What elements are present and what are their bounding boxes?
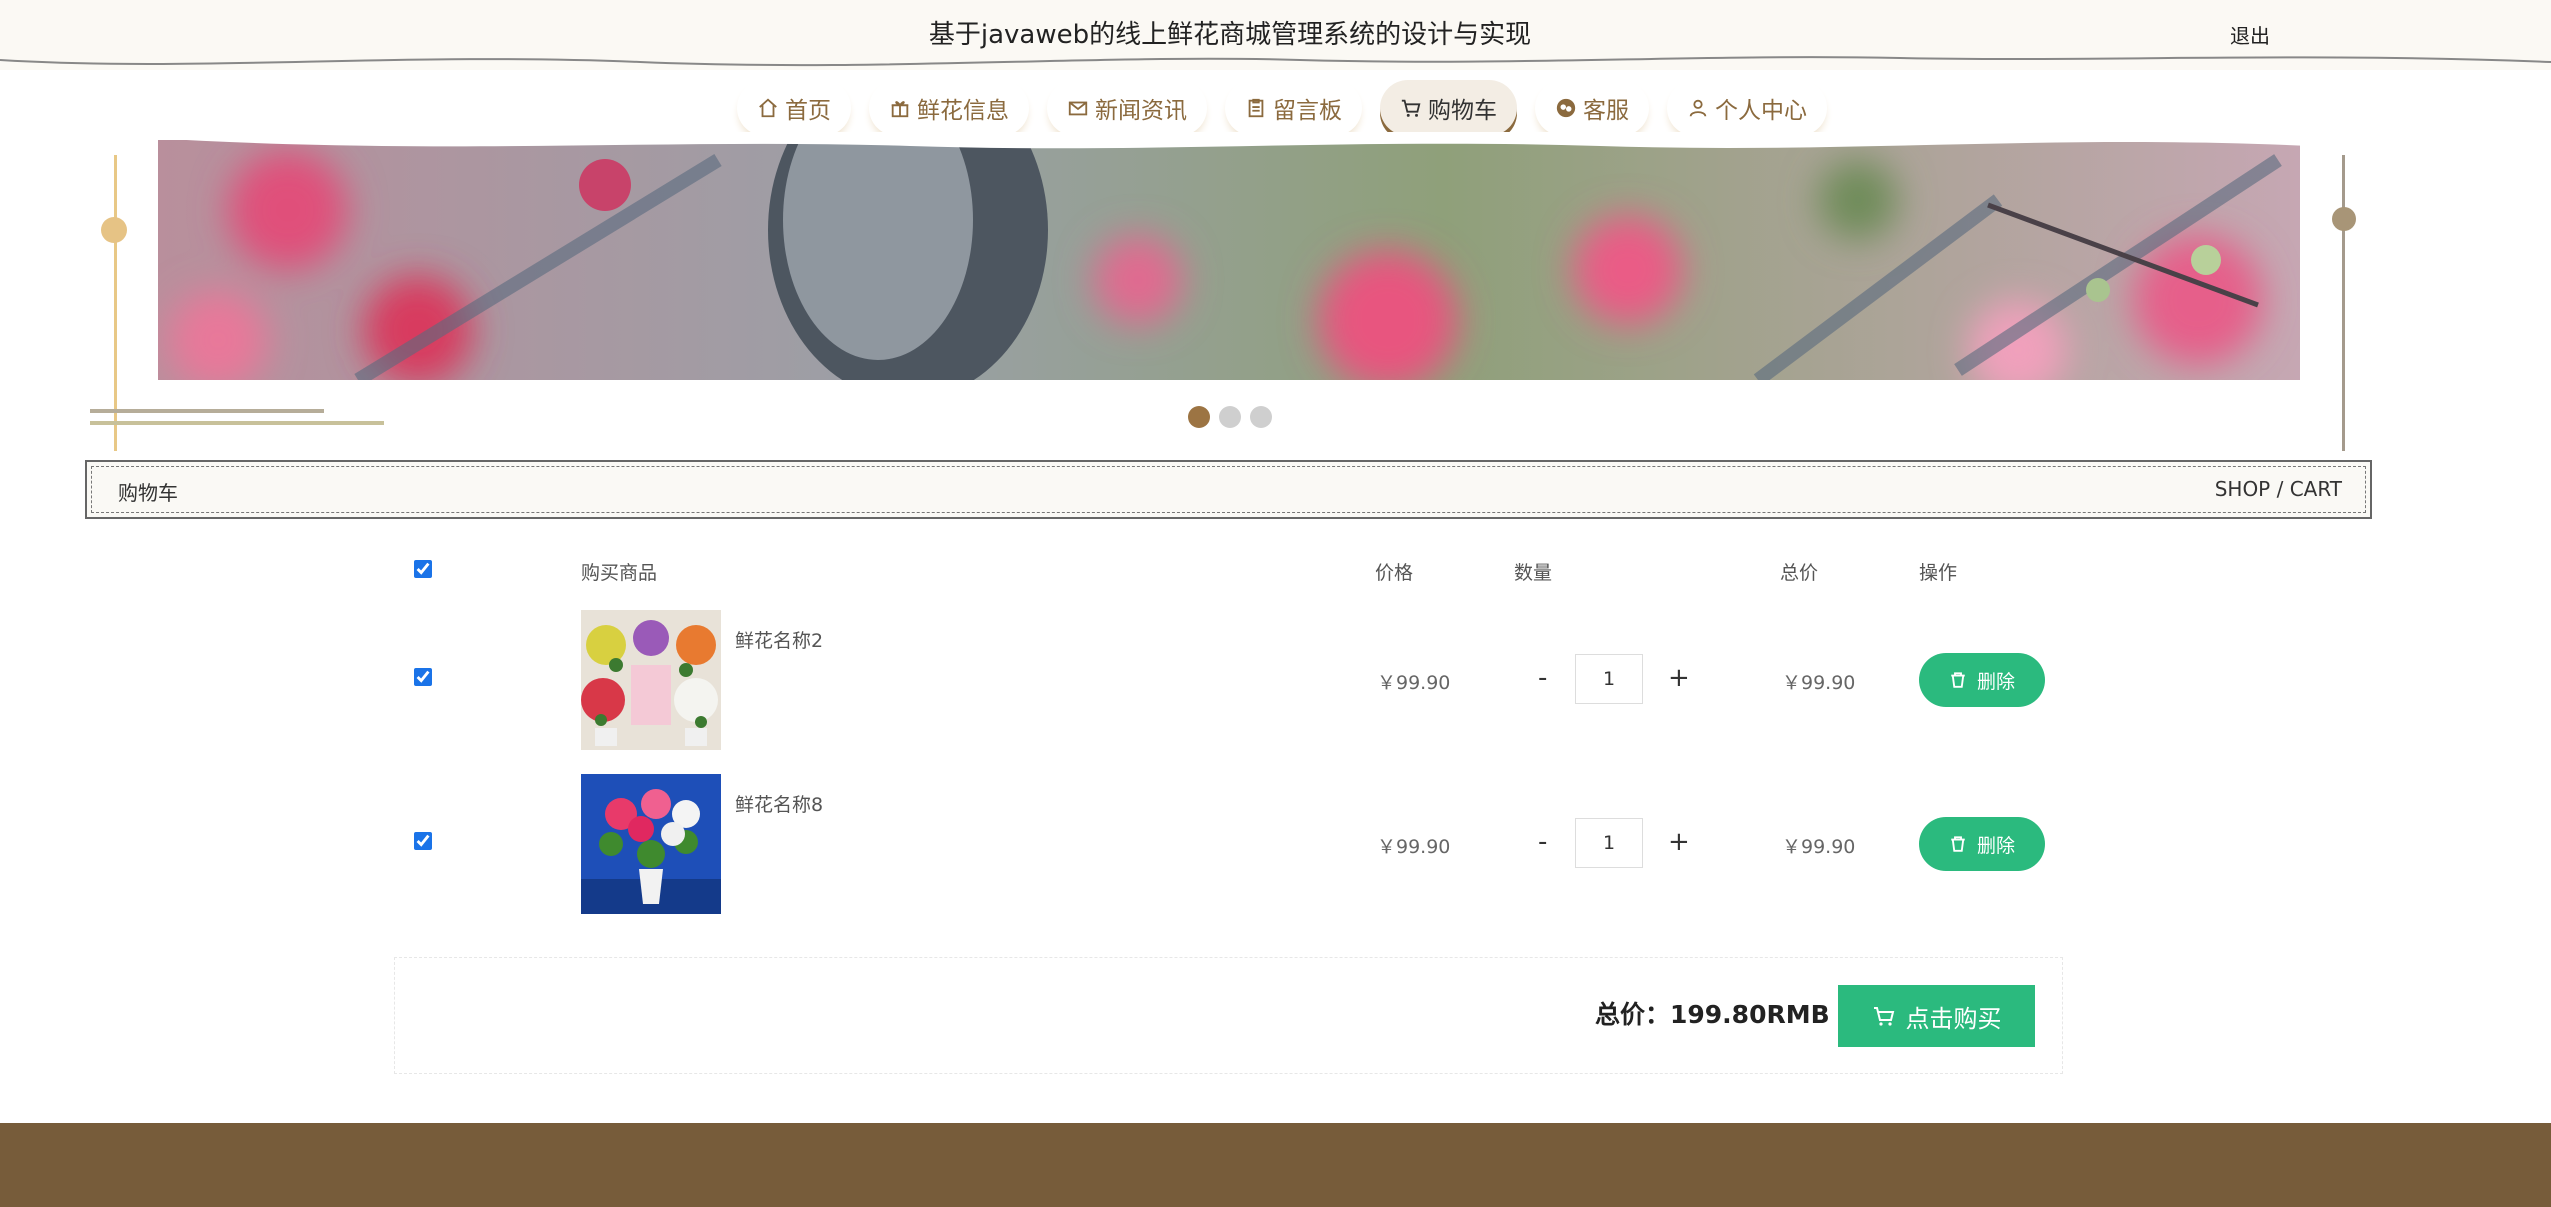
chat-icon [1556, 98, 1576, 118]
nav-item-user-center[interactable]: 个人中心 [1667, 80, 1827, 136]
breadcrumb-title: 购物车 [118, 481, 178, 505]
product-image[interactable] [581, 774, 721, 914]
user-icon [1689, 99, 1707, 117]
decrease-quantity-button[interactable]: - [1538, 827, 1547, 857]
row-checkbox[interactable] [414, 668, 432, 686]
delete-button[interactable]: 删除 [1919, 817, 2045, 871]
right-decoration-dot [2332, 207, 2356, 231]
mail-icon [1068, 101, 1088, 116]
nav-item-home[interactable]: 首页 [737, 80, 851, 136]
header-total: 总价 [1780, 562, 1819, 584]
banner-wave-decoration [150, 132, 2310, 149]
nav-item-customer-service[interactable]: 客服 [1535, 80, 1649, 136]
select-all-checkbox[interactable] [414, 560, 432, 578]
quantity-input[interactable] [1575, 654, 1643, 704]
unit-price: ￥99.90 [1377, 836, 1451, 858]
unit-price: ￥99.90 [1377, 672, 1451, 694]
row-total: ￥99.90 [1782, 672, 1856, 694]
nav-item-message-board[interactable]: 留言板 [1225, 80, 1362, 136]
header-product: 购买商品 [581, 562, 658, 584]
nav-item-flowers[interactable]: 鲜花信息 [869, 80, 1029, 136]
cart-icon [1401, 99, 1421, 117]
trash-icon [1951, 836, 1965, 852]
clipboard-icon [1248, 98, 1264, 118]
delete-label: 删除 [1976, 670, 2015, 693]
nav-label: 鲜花信息 [917, 98, 1009, 124]
breadcrumb-inner-border [91, 466, 2366, 513]
delete-button[interactable]: 删除 [1919, 653, 2045, 707]
left-decoration-dot [101, 217, 127, 243]
buy-button[interactable]: 点击购买 [1838, 985, 2035, 1047]
nav-item-cart[interactable]: 购物车 [1380, 80, 1517, 136]
cart-icon [1873, 1007, 1894, 1026]
gift-icon [891, 101, 909, 118]
main-nav: 首页 鲜花信息 新闻资讯 留言板 购物车 客服 个人中心 [737, 80, 1827, 140]
home-icon [759, 98, 777, 118]
nav-label: 首页 [785, 98, 831, 124]
carousel-dot[interactable] [1219, 406, 1241, 428]
carousel-dot[interactable] [1250, 406, 1272, 428]
carousel-indicators [1188, 406, 1272, 428]
cart-total: 总价：199.80RMB [1595, 1000, 1830, 1029]
top-bar: 基于javaweb的线上鲜花商城管理系统的设计与实现 退出 [0, 0, 2551, 70]
carousel-dot[interactable] [1188, 406, 1210, 428]
site-title: 基于javaweb的线上鲜花商城管理系统的设计与实现 [928, 20, 1532, 50]
left-decoration-line [114, 155, 117, 451]
row-total: ￥99.90 [1782, 836, 1856, 858]
product-image[interactable] [581, 610, 721, 750]
quantity-input[interactable] [1575, 818, 1643, 868]
header-action: 操作 [1919, 562, 1958, 584]
buy-label: 点击购买 [1905, 1004, 2002, 1033]
increase-quantity-button[interactable]: + [1668, 827, 1690, 857]
nav-label: 留言板 [1273, 98, 1342, 124]
banner-image[interactable] [158, 140, 2300, 380]
left-decoration-bar [90, 421, 384, 425]
row-checkbox[interactable] [414, 832, 432, 850]
logout-link[interactable]: 退出 [2230, 20, 2270, 49]
nav-label: 购物车 [1428, 98, 1497, 124]
nav-label: 客服 [1583, 98, 1629, 124]
breadcrumb: 购物车 SHOP / CART [85, 460, 2372, 519]
header-quantity: 数量 [1514, 562, 1553, 584]
nav-label: 新闻资讯 [1095, 98, 1187, 124]
product-name[interactable]: 鲜花名称8 [735, 790, 823, 817]
nav-label: 个人中心 [1715, 98, 1807, 124]
breadcrumb-path: SHOP / CART [2214, 477, 2342, 501]
footer [0, 1123, 2551, 1207]
left-decoration-bar [90, 409, 324, 413]
decrease-quantity-button[interactable]: - [1538, 663, 1547, 693]
delete-label: 删除 [1976, 834, 2015, 857]
header-wave-decoration [0, 56, 2551, 67]
nav-item-news[interactable]: 新闻资讯 [1047, 80, 1207, 136]
trash-icon [1951, 672, 1965, 688]
header-price: 价格 [1375, 562, 1414, 584]
right-decoration-line [2342, 155, 2345, 451]
product-name[interactable]: 鲜花名称2 [735, 626, 823, 653]
increase-quantity-button[interactable]: + [1668, 663, 1690, 693]
